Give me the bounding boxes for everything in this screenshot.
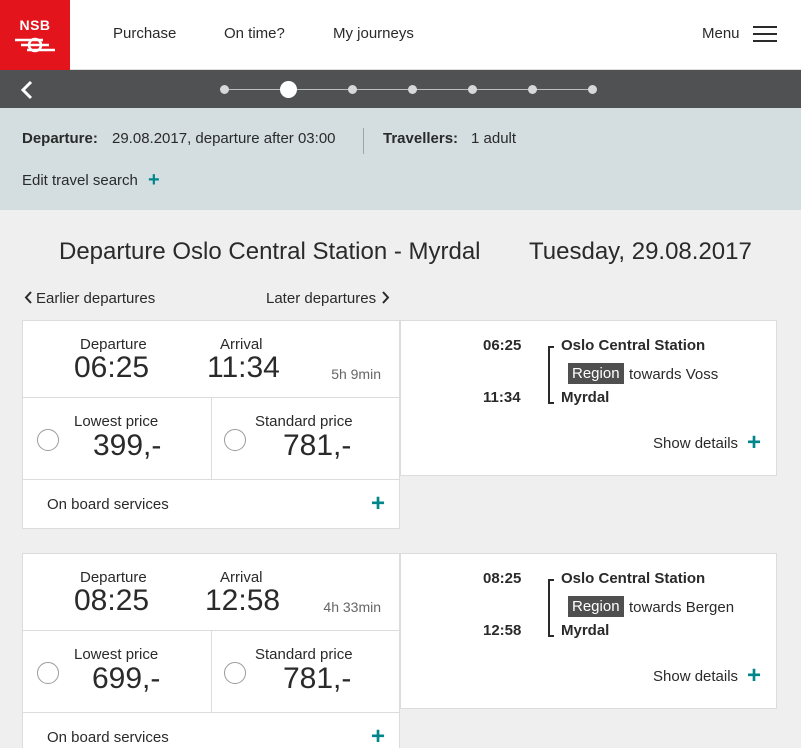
nav-my-journeys[interactable]: My journeys (333, 25, 414, 42)
departure-label: Departure: (22, 130, 98, 147)
arrival-time: 11:34 (207, 351, 280, 384)
show-details-link[interactable]: Show details (653, 435, 738, 452)
back-chevron-icon[interactable] (20, 79, 34, 101)
nav-on-time[interactable]: On time? (224, 25, 285, 42)
logo-wings-icon (15, 37, 55, 52)
on-board-services-row[interactable]: On board services + (23, 480, 399, 528)
journey-times: Departure 08:25 Arrival 12:58 4h 33min (23, 554, 399, 631)
lowest-price-label: Lowest price (74, 413, 159, 430)
on-board-services-label: On board services (47, 729, 169, 746)
progress-step-7 (588, 85, 597, 94)
journey-card-1: Departure 06:25 Arrival 11:34 5h 9min Lo… (22, 320, 400, 529)
departure-time: 08:25 (74, 584, 150, 617)
edit-plus-icon[interactable]: + (148, 169, 160, 192)
route-arrival-time: 12:58 (483, 622, 522, 639)
route-departure-time: 08:25 (483, 570, 522, 587)
lowest-price-value: 699,- (92, 662, 161, 695)
route-from-station: Oslo Central Station (561, 337, 706, 354)
journey-duration: 4h 33min (323, 599, 381, 615)
journey-prices: Lowest price 699,- Standard price 781,- (23, 631, 399, 713)
chevron-left-icon (24, 291, 32, 304)
standard-price-radio[interactable] (224, 662, 246, 684)
lowest-price-option[interactable]: Lowest price 399,- (23, 398, 211, 480)
lowest-price-value: 399,- (93, 429, 162, 462)
earlier-departures-link[interactable]: Earlier departures (24, 290, 155, 307)
standard-price-radio[interactable] (224, 429, 246, 451)
route-to-station: Myrdal (561, 622, 610, 639)
edit-travel-search-link[interactable]: Edit travel search (22, 172, 138, 189)
route-towards: towards Bergen (629, 599, 735, 616)
standard-price-label: Standard price (255, 646, 353, 663)
show-details-plus-icon[interactable]: + (747, 429, 761, 457)
departure-value: 29.08.2017, departure after 03:00 (112, 130, 336, 147)
journey-route-2: 08:25 Oslo Central Station Region toward… (400, 553, 777, 709)
progress-step-4 (408, 85, 417, 94)
show-details-link[interactable]: Show details (653, 668, 738, 685)
journey-route-1: 06:25 Oslo Central Station Region toward… (400, 320, 777, 476)
standard-price-label: Standard price (255, 413, 353, 430)
menu-label[interactable]: Menu (702, 25, 740, 42)
booking-progress (0, 70, 801, 108)
later-departures-label: Later departures (266, 290, 377, 307)
lowest-price-radio[interactable] (37, 429, 59, 451)
standard-price-option[interactable]: Standard price 781,- (212, 398, 400, 480)
search-summary: Departure: 29.08.2017, departure after 0… (0, 108, 801, 210)
route-bracket (548, 346, 554, 404)
nsb-logo[interactable]: NSB (0, 0, 70, 70)
route-heading: Departure Oslo Central Station - Myrdal (59, 238, 481, 265)
route-bracket (548, 579, 554, 637)
standard-price-option[interactable]: Standard price 781,- (212, 631, 400, 713)
standard-price-value: 781,- (283, 662, 352, 695)
route-arrival-time: 11:34 (483, 389, 521, 406)
arrival-time: 12:58 (205, 584, 281, 617)
progress-step-6 (528, 85, 537, 94)
hamburger-menu-icon[interactable] (753, 26, 777, 43)
standard-price-value: 781,- (283, 429, 352, 462)
journey-times: Departure 06:25 Arrival 11:34 5h 9min (23, 321, 399, 398)
logo-text: NSB (19, 16, 51, 33)
top-navigation: NSB Purchase On time? My journeys Menu (0, 0, 801, 70)
earlier-departures-label: Earlier departures (36, 290, 156, 307)
route-departure-time: 06:25 (483, 337, 522, 354)
journey-prices: Lowest price 399,- Standard price 781,- (23, 398, 399, 480)
travellers-label: Travellers: (383, 130, 459, 147)
route-towards: towards Voss (629, 366, 719, 383)
travellers-value: 1 adult (471, 130, 517, 147)
later-departures-link[interactable]: Later departures (266, 290, 390, 307)
on-board-services-label: On board services (47, 496, 169, 513)
progress-step-2-active (280, 81, 297, 98)
lowest-price-radio[interactable] (37, 662, 59, 684)
show-details-plus-icon[interactable]: + (747, 662, 761, 690)
departure-time: 06:25 (74, 351, 150, 384)
route-date: Tuesday, 29.08.2017 (529, 238, 752, 265)
progress-step-3 (348, 85, 357, 94)
nav-purchase[interactable]: Purchase (113, 25, 176, 42)
journey-duration: 5h 9min (331, 366, 381, 382)
route-to-station: Myrdal (561, 389, 610, 406)
region-badge: Region (568, 363, 624, 384)
progress-step-5 (468, 85, 477, 94)
summary-divider (363, 128, 364, 154)
lowest-price-label: Lowest price (74, 646, 159, 663)
progress-step-1 (220, 85, 229, 94)
lowest-price-option[interactable]: Lowest price 699,- (23, 631, 211, 713)
expand-plus-icon[interactable]: + (371, 723, 385, 748)
expand-plus-icon[interactable]: + (371, 490, 385, 518)
journey-card-2: Departure 08:25 Arrival 12:58 4h 33min L… (22, 553, 400, 748)
on-board-services-row[interactable]: On board services + (23, 713, 399, 748)
region-badge: Region (568, 596, 624, 617)
route-from-station: Oslo Central Station (561, 570, 706, 587)
chevron-right-icon (382, 291, 390, 304)
